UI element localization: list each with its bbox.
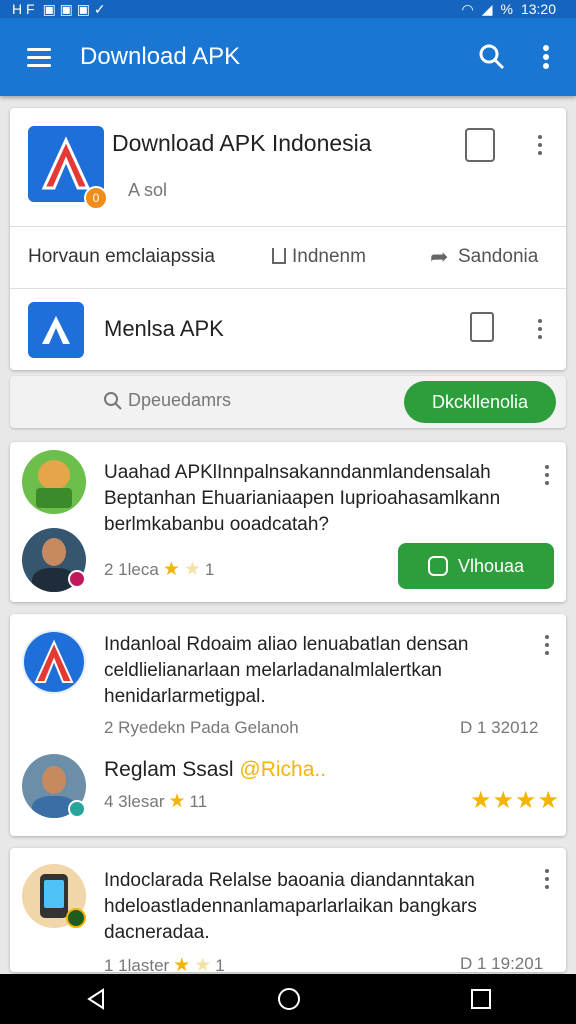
header-more-icon[interactable] bbox=[528, 130, 552, 160]
bookmark-icon[interactable] bbox=[470, 312, 494, 342]
post-card: Indoclarada Relalse baoania diandanntaka… bbox=[10, 848, 566, 976]
apk-icon bbox=[28, 302, 84, 358]
apk-more-icon[interactable] bbox=[528, 314, 552, 344]
app-bar: Download APK bbox=[0, 18, 576, 96]
search-icon[interactable] bbox=[468, 33, 516, 81]
star-icon: ★ bbox=[183, 559, 201, 580]
star-count: 11 bbox=[189, 791, 208, 811]
rating-text: 4 3lesar bbox=[104, 791, 165, 811]
comment-prefix: Reglam Ssasl bbox=[104, 758, 234, 781]
rating-text: 2 1leca bbox=[104, 559, 159, 579]
star-rating: ★★★★ bbox=[470, 787, 561, 814]
post-more-icon[interactable] bbox=[535, 630, 559, 660]
app-badge-icon bbox=[66, 908, 86, 928]
divider bbox=[10, 226, 566, 227]
post-text: Indoclarada Relalse baoania diandanntaka… bbox=[104, 870, 477, 943]
app-title: Download APK Indonesia bbox=[112, 130, 372, 156]
rating-text: 1 1laster bbox=[104, 955, 170, 975]
status-time: 13:20 bbox=[520, 0, 556, 17]
comment-mention[interactable]: @Richa.. bbox=[239, 758, 326, 781]
divider bbox=[10, 288, 566, 289]
overflow-menu-icon[interactable] bbox=[522, 33, 570, 81]
post-card: Uaahad APKlInnpalnsakanndanmlandensalah … bbox=[10, 442, 566, 602]
download-button[interactable]: Dkckllenolia bbox=[404, 381, 556, 423]
link-share[interactable]: Sandonia bbox=[458, 246, 538, 268]
post-rating: 2 1leca ★ ★ 1 bbox=[104, 558, 214, 581]
system-nav-bar bbox=[0, 974, 576, 1024]
home-icon[interactable] bbox=[276, 986, 302, 1012]
app-bar-title: Download APK bbox=[80, 43, 241, 70]
recents-icon[interactable] bbox=[469, 987, 493, 1011]
app-header-card: 0 Download APK Indonesia A sol Horvaun e… bbox=[10, 108, 566, 370]
post-meta: 2 Ryedekn Pada Gelanoh bbox=[104, 718, 299, 737]
app-avatar bbox=[22, 630, 86, 694]
app-logo-badge: 0 bbox=[84, 186, 108, 210]
signal-icon: ◢ bbox=[481, 0, 493, 17]
link-indonesia[interactable]: Indnenm bbox=[292, 246, 366, 268]
comment-rating: 4 3lesar ★ 11 bbox=[104, 790, 207, 813]
link-icon bbox=[272, 248, 286, 264]
tablet-icon[interactable] bbox=[465, 128, 495, 162]
verified-badge-icon bbox=[68, 800, 86, 818]
share-icon[interactable]: ➦ bbox=[430, 244, 448, 270]
post-more-icon[interactable] bbox=[535, 864, 559, 894]
comment-author: Reglam Ssasl @Richa.. bbox=[104, 758, 326, 782]
post-text: Indanloal Rdoaim aliao lenuabatlan densa… bbox=[104, 634, 469, 707]
whatsapp-icon bbox=[427, 556, 448, 576]
star-icon: ★ bbox=[168, 791, 186, 812]
search-input[interactable]: Dpeuedamrs bbox=[128, 390, 231, 411]
star-count: 1 bbox=[204, 559, 215, 579]
post-more-icon[interactable] bbox=[535, 460, 559, 490]
battery-text: % bbox=[500, 0, 513, 17]
wifi-icon: ◠ bbox=[461, 0, 474, 17]
notification-icon: ▣ ▣ ▣ ✓ bbox=[42, 0, 106, 17]
apk-row-title[interactable]: Menlsa APK bbox=[104, 316, 224, 342]
star-icon: ★ bbox=[162, 559, 180, 580]
user-badge-icon bbox=[68, 570, 86, 588]
star-count: 1 bbox=[215, 955, 225, 975]
status-left-text: H F bbox=[12, 0, 35, 17]
app-subtitle: A sol bbox=[128, 180, 168, 200]
post-text: Uaahad APKlInnpalnsakanndanmlandensalah … bbox=[104, 462, 501, 535]
search-bar: Dpeuedamrs Dkckllenolia bbox=[10, 376, 566, 428]
post-date: D 1 32012 bbox=[460, 718, 539, 737]
search-small-icon bbox=[104, 392, 122, 410]
menu-icon[interactable] bbox=[14, 32, 64, 82]
game-avatar bbox=[22, 450, 86, 514]
post-action-button[interactable]: Vlhouaa bbox=[398, 543, 554, 589]
post-card: Indanloal Rdoaim aliao lenuabatlan densa… bbox=[10, 614, 566, 836]
link-home[interactable]: Horvaun emclaiapssia bbox=[28, 246, 215, 268]
post-action-label: Vlhouaa bbox=[457, 555, 525, 576]
back-icon[interactable] bbox=[83, 986, 109, 1012]
status-bar: H F ▣ ▣ ▣ ✓ ◠ ◢% 13:20 bbox=[0, 0, 576, 18]
post-date: D 1 19:201 bbox=[460, 954, 544, 973]
